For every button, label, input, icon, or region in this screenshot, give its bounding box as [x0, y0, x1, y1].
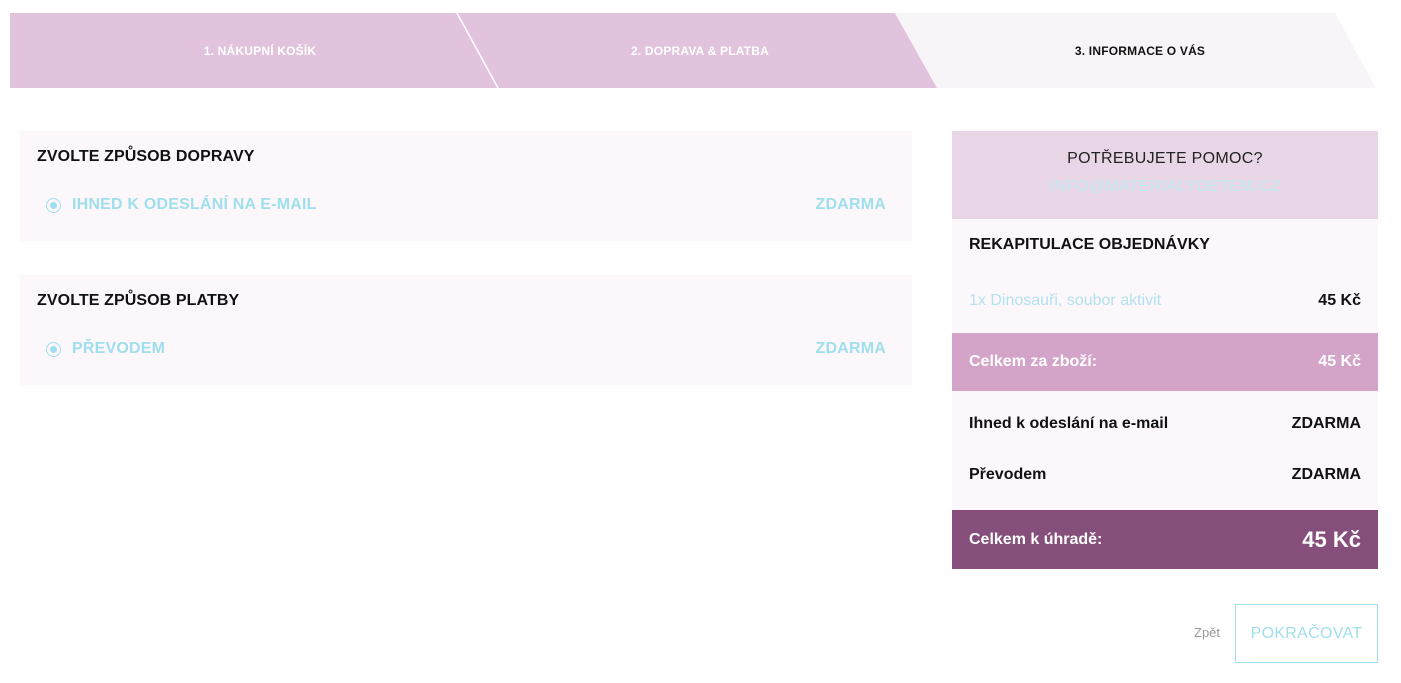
shipping-title: ZVOLTE ZPŮSOB DOPRAVY [37, 148, 255, 165]
shipping-option-email[interactable]: IHNED K ODESLÁNÍ NA E-MAIL ZDARMA [46, 195, 886, 215]
shipping-panel: ZVOLTE ZPŮSOB DOPRAVY IHNED K ODESLÁNÍ N… [20, 131, 912, 241]
fees-box: Ihned k odeslání na e-mail ZDARMA Převod… [952, 391, 1378, 510]
radio-selected-dot [50, 201, 57, 209]
subtotal-row: Celkem za zboží: 45 Kč [952, 333, 1378, 391]
help-box: POTŘEBUJETE POMOC? INFO@MATERIALYDETEM.C… [952, 131, 1378, 219]
payment-radio[interactable] [46, 341, 61, 357]
payment-title: ZVOLTE ZPŮSOB PLATBY [37, 292, 240, 309]
total-row: Celkem k úhradě: 45 Kč [952, 510, 1378, 569]
fee-row-payment: Převodem ZDARMA [969, 466, 1361, 484]
subtotal-label: Celkem za zboží: [969, 353, 1098, 370]
order-recap: REKAPITULACE OBJEDNÁVKY 1x Dinosauři, so… [952, 219, 1378, 333]
payment-option-price: ZDARMA [815, 340, 886, 357]
fee-payment-value: ZDARMA [1291, 466, 1361, 483]
fee-shipping-value: ZDARMA [1291, 415, 1361, 432]
fee-shipping-label: Ihned k odeslání na e-mail [969, 415, 1169, 432]
step-1-nakupni-kosik[interactable]: 1. NÁKUPNÍ KOŠÍK [10, 13, 510, 88]
payment-option-left: PŘEVODEM [46, 340, 165, 358]
recap-item-row: 1x Dinosauři, soubor aktivit 45 Kč [969, 292, 1361, 310]
recap-item-price: 45 Kč [1318, 292, 1361, 309]
continue-button[interactable]: POKRAČOVAT [1235, 604, 1378, 663]
shipping-option-price: ZDARMA [815, 196, 886, 213]
step-2-doprava-platba[interactable]: 2. DOPRAVA & PLATBA [480, 13, 920, 88]
payment-option-label: PŘEVODEM [72, 340, 166, 357]
back-link[interactable]: Zpět [1194, 625, 1220, 640]
recap-title: REKAPITULACE OBJEDNÁVKY [969, 236, 1210, 253]
fee-row-shipping: Ihned k odeslání na e-mail ZDARMA [969, 415, 1361, 433]
payment-panel: ZVOLTE ZPŮSOB PLATBY PŘEVODEM ZDARMA [20, 275, 912, 385]
help-title: POTŘEBUJETE POMOC? [1067, 150, 1263, 167]
radio-selected-dot [50, 345, 57, 353]
checkout-steps: 1. NÁKUPNÍ KOŠÍK 2. DOPRAVA & PLATBA 3. … [10, 13, 1376, 88]
fee-payment-label: Převodem [969, 466, 1047, 483]
order-sidebar: POTŘEBUJETE POMOC? INFO@MATERIALYDETEM.C… [952, 131, 1378, 569]
shipping-radio[interactable] [46, 197, 61, 213]
shipping-option-label: IHNED K ODESLÁNÍ NA E-MAIL [72, 196, 317, 213]
total-value: 45 Kč [1302, 526, 1361, 552]
step-3-informace-o-vas: 3. INFORMACE O VÁS [1074, 43, 1206, 58]
total-label: Celkem k úhradě: [969, 530, 1103, 548]
recap-item-name[interactable]: 1x Dinosauři, soubor aktivit [969, 292, 1161, 310]
subtotal-value: 45 Kč [1318, 353, 1361, 370]
payment-option-transfer[interactable]: PŘEVODEM ZDARMA [46, 339, 886, 359]
shipping-option-left: IHNED K ODESLÁNÍ NA E-MAIL [46, 196, 317, 214]
help-email-link[interactable]: INFO@MATERIALYDETEM.CZ [952, 178, 1378, 196]
